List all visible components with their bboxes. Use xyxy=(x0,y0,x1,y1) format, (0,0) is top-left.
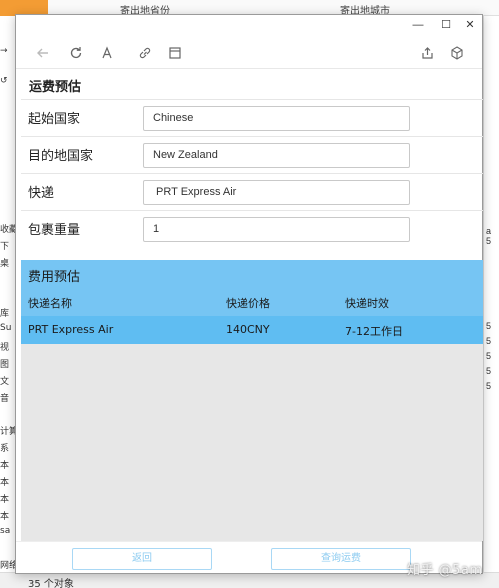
object-count: 35 个对象 xyxy=(28,579,74,588)
bg-nav-item: 网络 xyxy=(0,561,15,571)
courier-name-cell: PRT Express Air xyxy=(28,323,114,336)
bg-nav-item: 桌 xyxy=(0,259,10,269)
empty-content-area xyxy=(21,344,483,541)
form-row-origin: 起始国家 Chinese xyxy=(21,99,483,136)
bg-nav-item: 系 xyxy=(0,444,10,454)
bg-nav-item: Su xyxy=(0,323,12,333)
bg-nav-item: 本 xyxy=(0,461,10,471)
bg-detail-item: a xyxy=(486,226,492,236)
result-title: 费用预估 xyxy=(28,270,81,285)
window-icon[interactable] xyxy=(166,44,184,62)
share-icon[interactable] xyxy=(418,44,436,62)
refresh-icon[interactable] xyxy=(67,44,85,62)
minimize-button[interactable]: — xyxy=(408,16,428,34)
courier-input[interactable]: PRT Express Air xyxy=(143,180,410,205)
maximize-button[interactable]: ☐ xyxy=(436,16,456,34)
table-row[interactable]: PRT Express Air 140CNY 7-12工作日 xyxy=(21,316,483,344)
origin-country-label: 起始国家 xyxy=(28,112,81,127)
background-nav-pane: → ↺ 收藏 下 桌 库 Su 视 图 文 音 计算 系 本 本 本 本 sa … xyxy=(0,16,16,572)
column-courier-price: 快递价格 xyxy=(226,297,270,310)
form-title: 运费预估 xyxy=(29,80,82,95)
back-arrow-icon[interactable] xyxy=(34,44,52,62)
close-button[interactable]: ✕ xyxy=(460,16,480,34)
bg-nav-item: 下 xyxy=(0,242,10,252)
bg-detail-item: 5 xyxy=(486,321,492,331)
bg-nav-item: 本 xyxy=(0,495,10,505)
column-delivery-time: 快递时效 xyxy=(345,297,389,310)
bg-nav-item: 文 xyxy=(0,377,10,387)
shipping-estimate-window: — ☐ ✕ 运费预估 起始国家 Chinese 目的地国家 New Zealan… xyxy=(15,14,483,574)
bg-nav-item: 计算 xyxy=(0,427,15,437)
courier-price-cell: 140CNY xyxy=(226,323,270,336)
bg-detail-item: 5 xyxy=(486,336,492,346)
bg-nav-item: 库 xyxy=(0,309,10,319)
form-row-courier: 快递 PRT Express Air xyxy=(21,173,483,210)
bg-nav-item: sa xyxy=(0,526,11,536)
bg-nav-item: 视 xyxy=(0,343,10,353)
result-column-headers: 快递名称 快递价格 快递时效 xyxy=(21,288,483,316)
bg-nav-item: → xyxy=(0,46,8,56)
window-titlebar[interactable]: — ☐ ✕ xyxy=(16,15,482,37)
result-header: 费用预估 xyxy=(21,260,483,288)
column-courier-name: 快递名称 xyxy=(28,297,72,310)
font-icon[interactable] xyxy=(98,44,116,62)
destination-country-input[interactable]: New Zealand xyxy=(143,143,410,168)
destination-country-label: 目的地国家 xyxy=(28,149,94,164)
bg-nav-item: 本 xyxy=(0,478,10,488)
bg-nav-item: 收藏 xyxy=(0,225,15,235)
form-row-weight: 包裹重量 1 xyxy=(21,210,483,247)
form-row-destination: 目的地国家 New Zealand xyxy=(21,136,483,173)
query-shipping-button[interactable]: 查询运费 xyxy=(271,548,411,570)
bg-nav-item: ↺ xyxy=(0,76,8,86)
origin-country-input[interactable]: Chinese xyxy=(143,106,410,131)
browser-toolbar xyxy=(16,37,482,69)
background-detail-pane: a 5 5 5 5 5 5 xyxy=(483,16,499,572)
link-icon[interactable] xyxy=(136,44,154,62)
cube-icon[interactable] xyxy=(448,44,466,62)
bg-nav-item: 音 xyxy=(0,394,10,404)
back-button[interactable]: 返回 xyxy=(72,548,212,570)
bg-detail-item: 5 xyxy=(486,366,492,376)
courier-label: 快递 xyxy=(28,186,55,201)
bg-nav-item: 本 xyxy=(0,512,10,522)
weight-input[interactable]: 1 xyxy=(143,217,410,242)
weight-label: 包裹重量 xyxy=(28,223,81,238)
watermark: 知乎 @5am xyxy=(407,563,483,578)
bg-nav-item: 图 xyxy=(0,360,10,370)
delivery-time-cell: 7-12工作日 xyxy=(345,325,403,338)
bg-detail-item: 5 xyxy=(486,351,492,361)
bg-detail-item: 5 xyxy=(486,236,492,246)
bg-detail-item: 5 xyxy=(486,381,492,391)
